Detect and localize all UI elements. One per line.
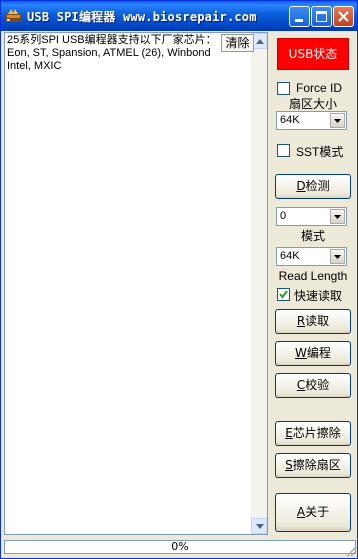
- read-length-select[interactable]: 64K: [276, 247, 347, 266]
- mode-value: 0: [280, 210, 287, 222]
- read-length-label: Read Length: [278, 269, 348, 283]
- checkmark-icon: [279, 290, 288, 299]
- clear-button[interactable]: 清除: [221, 34, 254, 52]
- write-button[interactable]: W编程: [275, 341, 351, 366]
- window-title: USB SPI编程器 www.biosrepair.com: [27, 10, 257, 24]
- about-button[interactable]: A关于: [275, 493, 351, 532]
- sector-size-select[interactable]: 64K: [276, 111, 347, 130]
- erase-sector-hotkey: S: [285, 458, 293, 472]
- verify-button[interactable]: C校验: [275, 373, 351, 398]
- usb-status-button[interactable]: USB状态: [277, 38, 349, 70]
- read-label: 读取: [305, 314, 330, 328]
- down-arrow-icon: [256, 524, 264, 529]
- dropdown-button[interactable]: [330, 249, 345, 264]
- progress-text: 0%: [171, 540, 189, 553]
- scroll-down-button[interactable]: [251, 518, 267, 534]
- verify-hotkey: C: [296, 378, 306, 392]
- mode-select[interactable]: 0: [276, 207, 347, 226]
- read-button[interactable]: R读取: [275, 309, 351, 334]
- write-hotkey: W: [295, 346, 307, 360]
- erase-chip-hotkey: E: [285, 426, 293, 440]
- close-button[interactable]: [333, 6, 354, 27]
- minimize-icon: [295, 19, 303, 22]
- log-text: 25系列SPI USB编程器支持以下厂家芯片： Eon, ST, Spansio…: [7, 34, 217, 72]
- dropdown-button[interactable]: [330, 113, 345, 128]
- close-icon: [338, 11, 349, 22]
- detect-label: 检测: [305, 179, 330, 193]
- sst-mode-label: SST模式: [296, 145, 344, 159]
- log-scrollbar[interactable]: [251, 33, 267, 534]
- control-panel: USB状态 Force ID 扇区大小 64K SST模式 D检测 0 模式 6…: [269, 32, 357, 537]
- maximize-button[interactable]: [311, 6, 332, 27]
- verify-label: 校验: [305, 378, 330, 392]
- about-hotkey: A: [296, 505, 306, 519]
- about-label: 关于: [305, 505, 330, 519]
- up-arrow-icon: [256, 39, 264, 44]
- app-icon: [6, 9, 21, 22]
- fast-read-label: 快速读取: [294, 289, 343, 303]
- detect-button[interactable]: D检测: [275, 174, 351, 199]
- chevron-down-icon: [334, 255, 341, 259]
- write-label: 编程: [306, 346, 331, 360]
- resize-grip-icon[interactable]: [344, 545, 356, 557]
- erase-sector-label: 擦除扇区: [292, 458, 341, 472]
- mode-label: 模式: [300, 229, 325, 243]
- progress-bar: 0%: [4, 540, 356, 554]
- erase-sector-button[interactable]: S擦除扇区: [275, 453, 351, 478]
- maximize-icon: [316, 11, 327, 22]
- title-bar[interactable]: USB SPI编程器 www.biosrepair.com: [1, 1, 357, 31]
- force-id-checkbox[interactable]: [277, 82, 290, 95]
- chevron-down-icon: [334, 119, 341, 123]
- main-window: USB SPI编程器 www.biosrepair.com 25系列SPI US…: [0, 0, 358, 559]
- erase-chip-button[interactable]: E芯片擦除: [275, 421, 351, 446]
- read-length-value: 64K: [280, 250, 300, 262]
- detect-hotkey: D: [296, 179, 306, 193]
- chevron-down-icon: [334, 215, 341, 219]
- read-hotkey: R: [296, 314, 306, 328]
- force-id-label: Force ID: [296, 81, 343, 95]
- sector-size-label: 扇区大小: [288, 97, 337, 111]
- log-output[interactable]: 25系列SPI USB编程器支持以下厂家芯片： Eon, ST, Spansio…: [4, 32, 268, 535]
- dropdown-button[interactable]: [330, 209, 345, 224]
- fast-read-checkbox[interactable]: [277, 288, 290, 301]
- minimize-button[interactable]: [289, 6, 310, 27]
- erase-chip-label: 芯片擦除: [292, 426, 341, 440]
- sst-mode-checkbox[interactable]: [277, 144, 290, 157]
- sector-size-value: 64K: [280, 114, 300, 126]
